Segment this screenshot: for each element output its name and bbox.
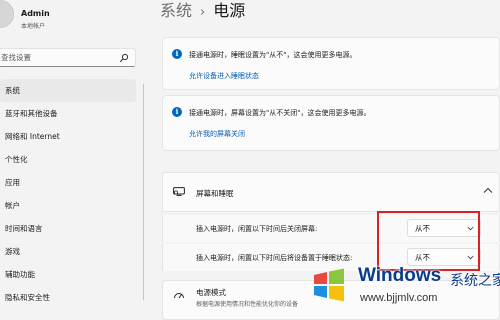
info-icon: i [172, 107, 182, 117]
allow-sleep-link[interactable]: 允许设备进入睡眠状态 [189, 71, 259, 81]
sidebar-item-accounts[interactable]: 帐户 [0, 194, 136, 217]
breadcrumb-parent[interactable]: 系统 [160, 1, 192, 20]
breadcrumb-separator: › [200, 5, 206, 20]
power-mode-icon [174, 293, 184, 299]
screen-sleep-section-header[interactable]: 屏幕和睡眠 [162, 172, 500, 212]
watermark-url: www.bjjmlv.com [360, 292, 438, 304]
sleep-info-card: i 接通电源时，睡眠设置为"从不"，这会使用更多电源。 允许设备进入睡眠状态 [162, 37, 500, 90]
sidebar-item-time-language[interactable]: 时间和语言 [0, 217, 136, 240]
sidebar-item-network-internet[interactable]: 网络和 Internet [0, 125, 136, 148]
user-account-type: 本地帐户 [21, 23, 46, 30]
sidebar-item-privacy-security[interactable]: 隐私和安全性 [0, 286, 136, 309]
sidebar-item-system[interactable]: 系统 [0, 79, 136, 102]
sidebar-item-bluetooth-devices[interactable]: 蓝牙和其他设备 [0, 102, 136, 125]
search-icon[interactable] [119, 53, 129, 63]
search-placeholder: 查找设置 [1, 53, 31, 62]
screen-sleep-title: 屏幕和睡眠 [196, 189, 234, 198]
sidebar-item-gaming[interactable]: 游戏 [0, 240, 136, 263]
power-mode-description: 根据电源使用情况和性能优化你的设备 [196, 301, 299, 308]
avatar[interactable] [0, 0, 14, 28]
search-input[interactable]: 查找设置 [0, 48, 136, 67]
windows-logo [314, 268, 344, 302]
watermark-subtitle: 系统之家 [450, 272, 500, 288]
screen-off-label: 插入电源时，闲置以下时间后关闭屏幕: [196, 225, 318, 233]
sidebar-item-apps[interactable]: 应用 [0, 171, 136, 194]
power-mode-title: 电源模式 [196, 288, 226, 297]
watermark-title: Windows [358, 265, 442, 286]
sidebar-item-accessibility[interactable]: 辅助功能 [0, 263, 136, 286]
sidebar-scrollbar[interactable] [143, 84, 144, 300]
screen-info-text: 接通电源时，屏幕设置为"从不关闭"，这会使用更多电源。 [189, 109, 371, 117]
chevron-up-icon[interactable] [483, 187, 493, 194]
sidebar: Admin 本地帐户 查找设置 系统 蓝牙和其他设备 网络和 Internet … [0, 0, 148, 312]
breadcrumb: 系统 › 电源 [160, 0, 245, 21]
sidebar-item-personalization[interactable]: 个性化 [0, 148, 136, 171]
user-name: Admin [21, 9, 50, 18]
monitor-icon [173, 187, 185, 196]
sleep-info-text: 接通电源时，睡眠设置为"从不"，这会使用更多电源。 [189, 51, 357, 59]
allow-screen-off-link[interactable]: 允许我的屏幕关闭 [189, 129, 245, 139]
page-title: 电源 [213, 1, 246, 20]
watermark: Windows 系统之家 www.bjjmlv.com [302, 262, 500, 308]
info-icon: i [172, 49, 182, 59]
sidebar-nav: 系统 蓝牙和其他设备 网络和 Internet 个性化 应用 帐户 时间和语言 … [0, 79, 136, 309]
screen-info-card: i 接通电源时，屏幕设置为"从不关闭"，这会使用更多电源。 允许我的屏幕关闭 [162, 95, 500, 151]
